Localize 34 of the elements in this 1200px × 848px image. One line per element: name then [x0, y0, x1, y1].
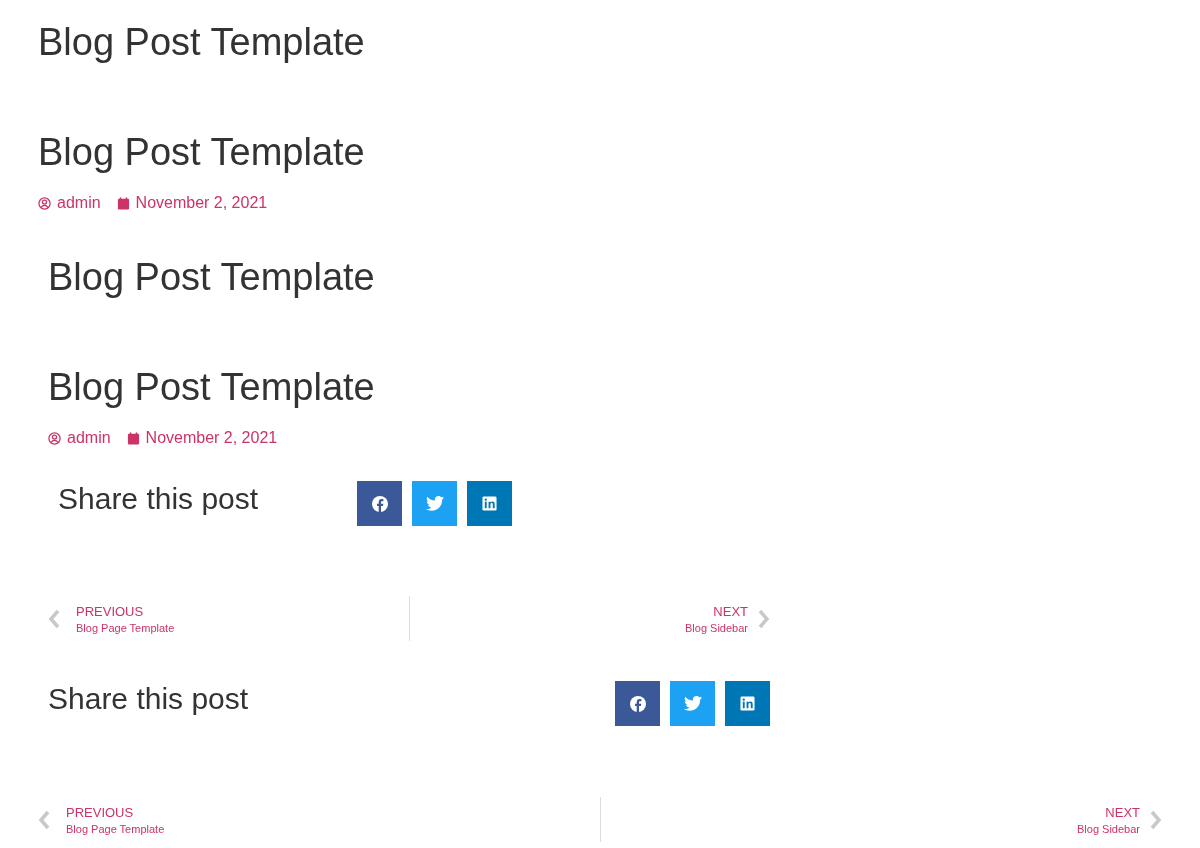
facebook-icon	[629, 695, 646, 712]
linkedin-share-button[interactable]	[725, 681, 770, 726]
next-post-link[interactable]: NEXT Blog Sidebar	[600, 804, 1162, 835]
calendar-icon	[116, 196, 130, 210]
facebook-share-button[interactable]	[357, 481, 402, 526]
post-title: Blog Post Template	[38, 130, 366, 175]
share-heading: Share this post	[48, 681, 249, 716]
user-icon	[38, 196, 51, 210]
user-icon	[48, 431, 61, 445]
twitter-share-button[interactable]	[670, 681, 715, 726]
chevron-right-icon	[1150, 809, 1162, 830]
next-post-link[interactable]: NEXT Blog Sidebar	[409, 603, 770, 634]
author-link[interactable]: admin	[38, 194, 101, 212]
post-title: Blog Post Template	[48, 255, 376, 300]
linkedin-icon	[740, 696, 755, 711]
author-link[interactable]: admin	[48, 429, 111, 447]
bird-icon	[683, 696, 702, 711]
facebook-share-button[interactable]	[615, 681, 660, 726]
previous-post-link[interactable]: PREVIOUS Blog Page Template	[38, 804, 600, 835]
facebook-icon	[371, 495, 388, 512]
share-heading: Share this post	[58, 481, 260, 516]
twitter-share-button[interactable]	[412, 481, 457, 526]
date-link[interactable]: November 2, 2021	[116, 194, 268, 212]
previous-post-link[interactable]: PREVIOUS Blog Page Template	[48, 603, 409, 634]
post-title: Blog Post Template	[48, 365, 376, 410]
post-title: Blog Post Template	[38, 20, 366, 65]
bird-icon	[425, 496, 444, 511]
chevron-left-icon	[38, 809, 50, 830]
chevron-left-icon	[48, 608, 60, 629]
chevron-right-icon	[758, 608, 770, 629]
date-link[interactable]: November 2, 2021	[126, 429, 278, 447]
calendar-icon	[126, 431, 140, 445]
linkedin-icon	[482, 496, 497, 511]
linkedin-share-button[interactable]	[467, 481, 512, 526]
